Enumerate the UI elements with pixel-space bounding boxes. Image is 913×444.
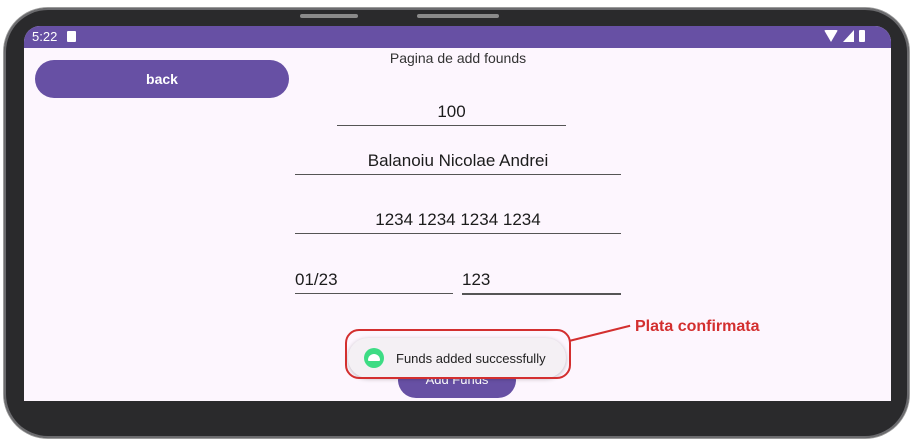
back-button[interactable]: back bbox=[35, 60, 289, 98]
expiry-field[interactable]: 01/23 bbox=[295, 267, 453, 294]
status-bar: 5:22 bbox=[24, 26, 891, 48]
annotation-highlight bbox=[345, 329, 571, 379]
page-title: Pagina de add founds bbox=[389, 50, 527, 66]
cvv-field[interactable]: 123 bbox=[462, 267, 621, 295]
volume-button bbox=[300, 14, 358, 18]
wifi-icon bbox=[824, 30, 838, 42]
sd-card-icon bbox=[67, 31, 76, 42]
cardholder-name-field[interactable]: Balanoiu Nicolae Andrei bbox=[295, 148, 621, 175]
status-time: 5:22 bbox=[32, 29, 58, 44]
battery-icon bbox=[859, 30, 865, 42]
status-icons bbox=[824, 30, 865, 42]
card-number-field[interactable]: 1234 1234 1234 1234 bbox=[295, 207, 621, 234]
annotation-label: Plata confirmata bbox=[635, 318, 760, 335]
power-button bbox=[417, 14, 499, 18]
amount-field[interactable]: 100 bbox=[337, 99, 566, 126]
signal-icon bbox=[843, 30, 854, 42]
